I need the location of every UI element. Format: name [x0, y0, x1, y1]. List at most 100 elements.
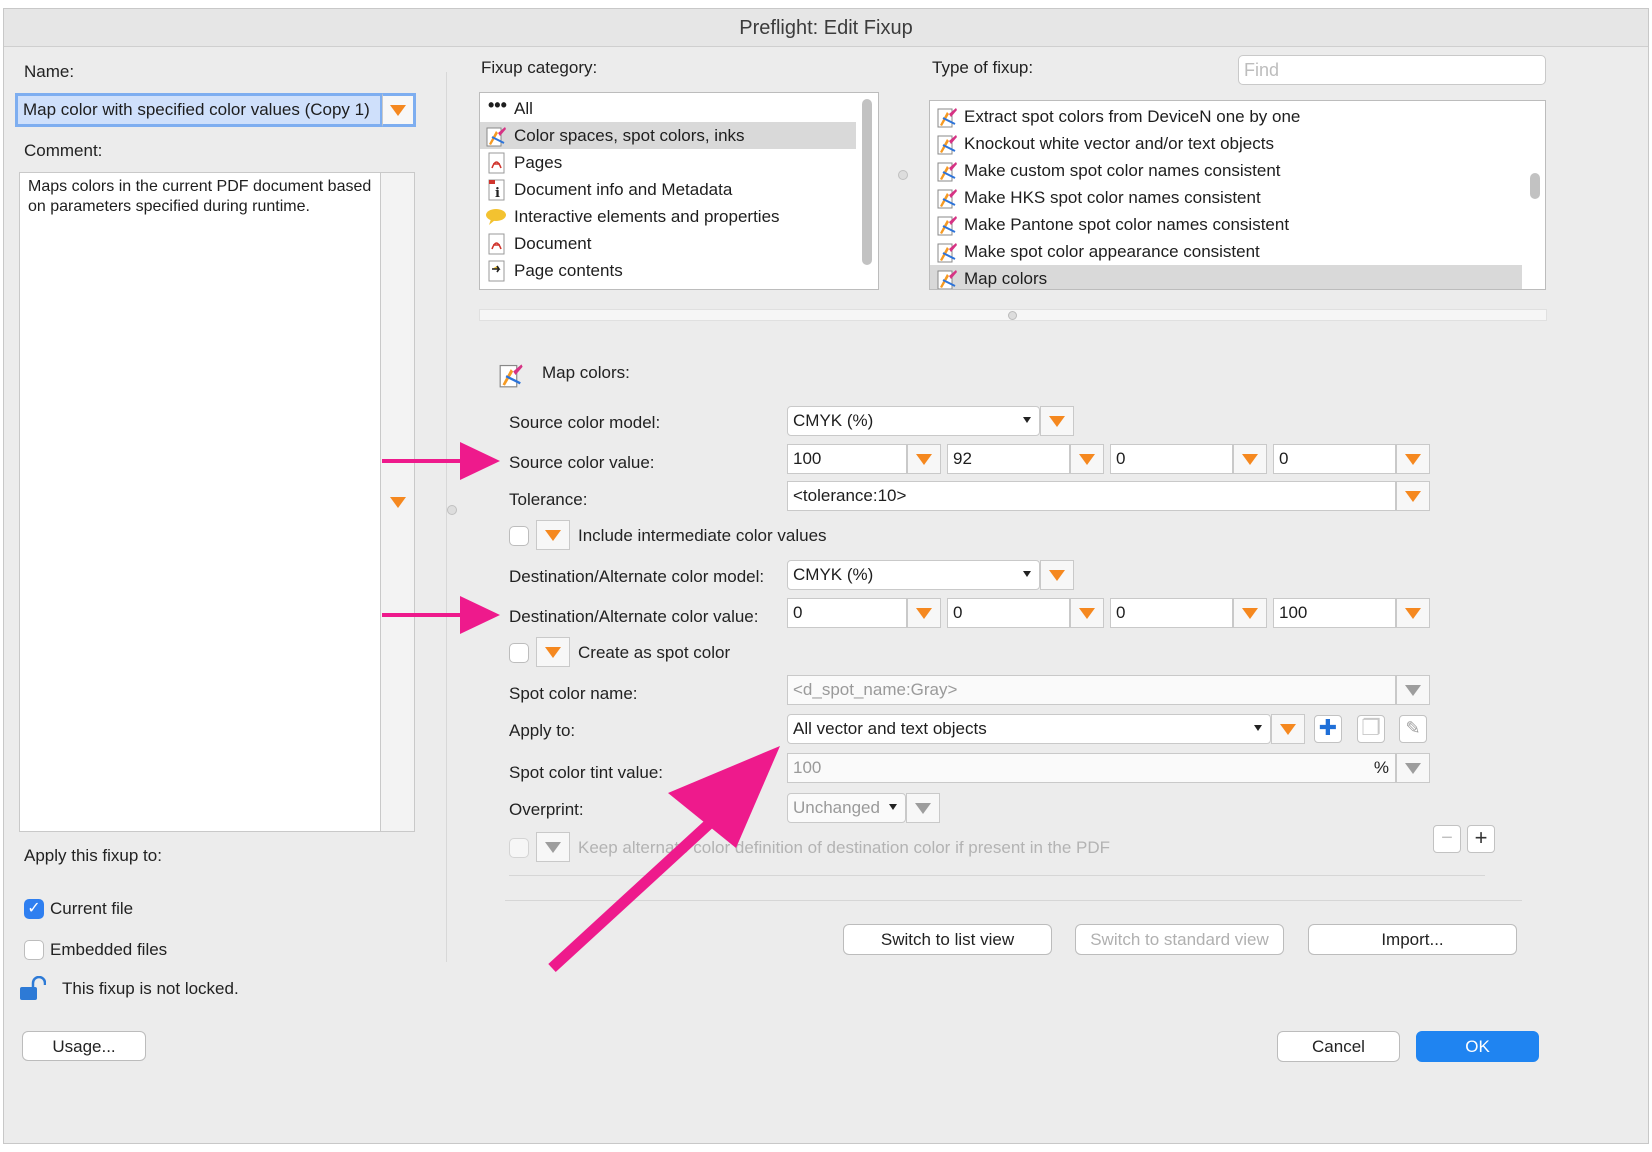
add-filter-icon[interactable]: ✚: [1314, 715, 1342, 743]
chevron-down-icon: [1280, 724, 1296, 735]
color-fixup-icon: [499, 364, 523, 388]
source-value-m-button[interactable]: [1070, 444, 1104, 474]
checkmark-icon: ✓: [27, 900, 41, 917]
apply-to-label: Apply to:: [509, 721, 576, 740]
comment-icon: [486, 209, 506, 225]
type-item[interactable]: Make HKS spot color names consistent: [930, 184, 1545, 211]
splitter-handle[interactable]: [447, 505, 457, 515]
dest-value-k-button[interactable]: [1396, 598, 1430, 628]
source-value-k[interactable]: 0: [1273, 444, 1396, 474]
embedded-files-checkbox[interactable]: [24, 940, 44, 960]
find-input[interactable]: Find: [1238, 55, 1546, 85]
splitter-vertical[interactable]: [446, 72, 447, 962]
source-model-label: Source color model:: [509, 413, 661, 432]
comment-textarea[interactable]: Maps colors in the current PDF document …: [19, 172, 381, 832]
pdf-icon: [488, 152, 505, 174]
category-item-pages[interactable]: Pages: [480, 149, 878, 176]
info-icon: i: [488, 179, 505, 201]
chevron-down-icon: [390, 105, 406, 116]
source-value-k-button[interactable]: [1396, 444, 1430, 474]
dest-value-y[interactable]: 0: [1110, 598, 1233, 628]
spot-name-field[interactable]: <d_spot_name:Gray>: [787, 675, 1396, 705]
chevron-down-icon: [545, 647, 561, 658]
apply-to-select[interactable]: All vector and text objects: [787, 714, 1271, 744]
splitter-handle[interactable]: [898, 170, 908, 180]
add-parameter-button[interactable]: +: [1467, 825, 1495, 853]
type-item-map-colors[interactable]: Map colors: [930, 265, 1522, 289]
type-scrollbar[interactable]: [1530, 173, 1540, 199]
category-item-interactive[interactable]: Interactive elements and properties: [480, 203, 878, 230]
unlocked-icon[interactable]: [18, 975, 47, 1002]
include-intermediate-variable-button[interactable]: [536, 520, 570, 550]
keep-alternate-checkbox[interactable]: [509, 838, 529, 858]
type-item[interactable]: Make spot color appearance consistent: [930, 238, 1545, 265]
category-item-color-spaces[interactable]: Color spaces, spot colors, inks: [480, 122, 856, 149]
dest-value-m[interactable]: 0: [947, 598, 1070, 628]
cancel-button[interactable]: Cancel: [1277, 1031, 1400, 1062]
type-of-fixup-list[interactable]: Extract spot colors from DeviceN one by …: [929, 100, 1546, 290]
dest-value-c[interactable]: 0: [787, 598, 907, 628]
type-item[interactable]: Extract spot colors from DeviceN one by …: [930, 103, 1545, 130]
category-item-document-info[interactable]: i Document info and Metadata: [480, 176, 878, 203]
dest-value-k[interactable]: 100: [1273, 598, 1396, 628]
lock-status-text: This fixup is not locked.: [62, 979, 239, 998]
chevron-down-icon: [889, 804, 897, 810]
remove-parameter-button[interactable]: −: [1433, 825, 1461, 853]
duplicate-filter-icon[interactable]: ❐: [1357, 715, 1385, 743]
category-item-all[interactable]: ••• All: [480, 95, 878, 122]
splitter-handle[interactable]: [1008, 311, 1017, 320]
source-value-c-button[interactable]: [907, 444, 941, 474]
chevron-down-icon: [1405, 491, 1421, 502]
usage-button[interactable]: Usage...: [22, 1031, 146, 1061]
source-model-select[interactable]: CMYK (%): [787, 406, 1040, 436]
dest-value-c-button[interactable]: [907, 598, 941, 628]
category-scrollbar[interactable]: [862, 99, 872, 265]
comment-dropdown-button[interactable]: [381, 172, 415, 832]
type-item[interactable]: Knockout white vector and/or text object…: [930, 130, 1545, 157]
source-model-variable-button[interactable]: [1040, 406, 1074, 436]
dest-value-m-button[interactable]: [1070, 598, 1104, 628]
chevron-down-icon: [1405, 454, 1421, 465]
name-dropdown-button[interactable]: [382, 93, 416, 127]
switch-list-view-button[interactable]: Switch to list view: [843, 924, 1052, 955]
import-button[interactable]: Import...: [1308, 924, 1517, 955]
source-value-m[interactable]: 92: [947, 444, 1070, 474]
dest-model-variable-button[interactable]: [1040, 560, 1074, 590]
chevron-down-icon: [1023, 571, 1031, 577]
divider: [505, 900, 1522, 901]
create-spot-variable-button[interactable]: [536, 637, 570, 667]
overprint-select[interactable]: Unchanged: [787, 793, 906, 823]
tolerance-field[interactable]: <tolerance:10>: [787, 481, 1396, 511]
source-value-c[interactable]: 100: [787, 444, 907, 474]
include-intermediate-checkbox[interactable]: [509, 526, 529, 546]
type-item[interactable]: Make Pantone spot color names consistent: [930, 211, 1545, 238]
chevron-down-icon: [1023, 417, 1031, 423]
switch-standard-view-button[interactable]: Switch to standard view: [1075, 924, 1284, 955]
source-value-y[interactable]: 0: [1110, 444, 1233, 474]
fixup-category-list[interactable]: ••• All Color spaces, spot colors, inks …: [479, 92, 879, 290]
comment-text: Maps colors in the current PDF document …: [28, 178, 372, 215]
divider: [509, 875, 1485, 876]
chevron-down-icon: [916, 608, 932, 619]
chevron-down-icon: [1405, 608, 1421, 619]
dest-model-select[interactable]: CMYK (%): [787, 560, 1040, 590]
category-item-page-contents[interactable]: Page contents: [480, 257, 878, 284]
source-value-y-button[interactable]: [1233, 444, 1267, 474]
keep-alternate-variable-button[interactable]: [536, 832, 570, 862]
overprint-variable-button[interactable]: [906, 793, 940, 823]
tint-variable-button[interactable]: [1396, 753, 1430, 783]
spot-name-variable-button[interactable]: [1396, 675, 1430, 705]
current-file-checkbox[interactable]: ✓: [24, 899, 44, 919]
create-spot-checkbox[interactable]: [509, 643, 529, 663]
keep-alternate-label: Keep alternate color definition of desti…: [578, 838, 1111, 857]
edit-pencil-icon[interactable]: ✎: [1399, 715, 1427, 743]
ok-button[interactable]: OK: [1416, 1031, 1539, 1062]
apply-to-variable-button[interactable]: [1271, 714, 1305, 744]
name-field[interactable]: Map color with specified color values (C…: [15, 93, 383, 127]
tolerance-variable-button[interactable]: [1396, 481, 1430, 511]
type-item[interactable]: Make custom spot color names consistent: [930, 157, 1545, 184]
category-item-document[interactable]: Document: [480, 230, 878, 257]
dest-value-y-button[interactable]: [1233, 598, 1267, 628]
chevron-down-icon: [1405, 685, 1421, 696]
tint-field[interactable]: 100 %: [787, 753, 1396, 783]
